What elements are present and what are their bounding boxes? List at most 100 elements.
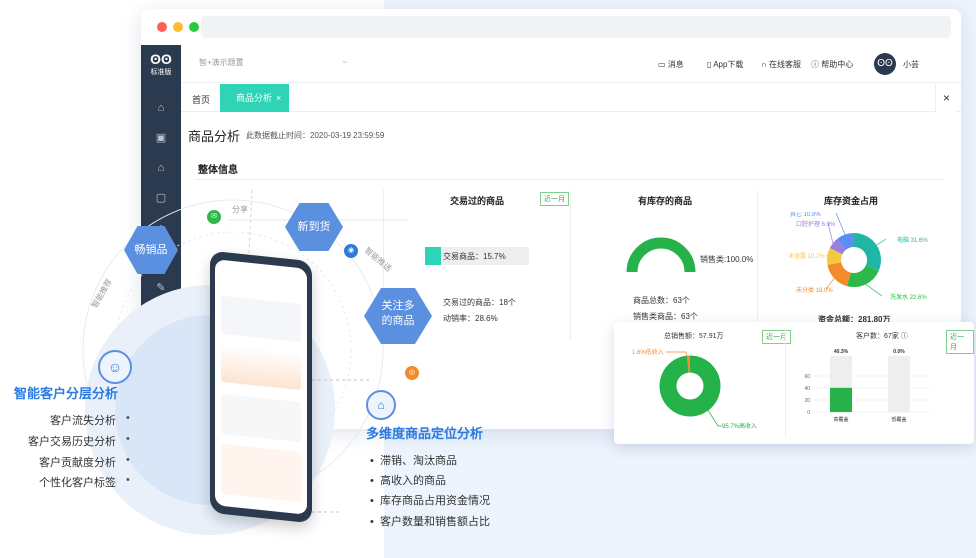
pie-slice (829, 238, 847, 255)
bar-value-label: 40.3% (834, 349, 849, 355)
pie-slice (827, 248, 843, 265)
close-all-tabs-icon[interactable]: × (935, 84, 957, 112)
sales-products: 销售类商品：63个 (633, 312, 698, 321)
logo-label: 标准版 (150, 69, 172, 76)
traded-bar: 交易商品：15.7% (425, 247, 529, 265)
bullet-dot: • (126, 454, 130, 466)
address-bar[interactable] (201, 16, 951, 38)
list-item: 客户贡献度分析 (39, 457, 116, 469)
list-item-text: 库存商品占用资金情况 (379, 495, 490, 507)
tab-product-analysis[interactable]: 商品分析 × (220, 84, 289, 112)
owl-logo-icon: ʘʘ (150, 51, 172, 67)
customer-count-label: 客户数：67家 (856, 333, 899, 340)
pie-slice (853, 233, 881, 271)
pie-slice (827, 261, 852, 287)
pie-label: 其它 10.8% (790, 212, 821, 218)
customer-period-badge[interactable]: 近一月 (946, 330, 974, 354)
phone-mockup (210, 250, 312, 524)
pie-leader-line (876, 238, 887, 246)
window-minimize-dot[interactable] (173, 22, 183, 32)
list-item: • 高收入的商品 (370, 475, 446, 487)
y-tick-label: 0 (807, 410, 810, 416)
sales-period-badge[interactable]: 近一月 (762, 330, 791, 344)
phone-stat-block (221, 295, 301, 343)
panel-capital-title: 库存资金占用 (824, 196, 879, 206)
wechat-icon: ✉ (207, 210, 221, 224)
chart-box-icon: ⌂ (366, 390, 396, 420)
bar (830, 387, 852, 412)
pie-leader-line (865, 284, 883, 297)
traded-count: 交易过的商品：18个 (443, 298, 516, 307)
panel-stock-title: 有库存的商品 (638, 196, 693, 206)
list-item: 客户交易历史分析 (28, 436, 116, 448)
pie-slice (659, 355, 721, 417)
pie-label: 电脑 31.6% (897, 236, 928, 244)
tab-close-icon[interactable]: × (276, 93, 281, 103)
list-item: • 滞销、淘汰商品 (370, 455, 457, 467)
tab-bar: 首页 商品分析 × × (181, 84, 961, 112)
messages-label: 消息 (667, 60, 684, 69)
hex-focus-line1: 关注多 (381, 300, 415, 312)
arc-text-share: 分享 (232, 205, 248, 214)
bullet-dot: • (126, 474, 130, 486)
window-maximize-dot[interactable] (189, 22, 199, 32)
panel-traded-title: 交易过的商品 (450, 196, 505, 206)
info-icon[interactable]: ⓘ (901, 333, 908, 340)
pie-leader-line (835, 212, 846, 235)
list-item: • 库存商品占用资金情况 (370, 495, 490, 507)
phone-chart-block (221, 343, 301, 391)
stock-gauge (626, 237, 696, 273)
bar-background (888, 356, 910, 412)
tab-home[interactable]: 首页 (192, 93, 210, 106)
gift-icon[interactable]: ▣ (154, 131, 168, 145)
target-icon: ◎ (405, 366, 419, 380)
pie-leader-line (825, 254, 828, 257)
pie-label: 洗发水 22.6% (890, 293, 927, 301)
pie-slice (847, 264, 879, 287)
online-service-link[interactable]: ∩ 在线客服 (761, 59, 801, 70)
pie-slice (837, 233, 855, 251)
user-name[interactable]: 小芸 (903, 59, 919, 70)
pie-label: 沐浴露 10.2% (788, 252, 825, 260)
pie-label: 口腔护理 6.9% (796, 220, 836, 228)
pie-label: 95.7%高收入 (722, 422, 757, 430)
customer-bar-chart: 0 20 40 60 40.3% 高覆盖 0.0% 低覆盖 (804, 349, 930, 423)
window-close-dot[interactable] (157, 22, 167, 32)
sales-donut-chart: 1.6%低收入 95.7%高收入 (632, 348, 757, 430)
chevron-down-icon[interactable]: ⌄ (341, 55, 349, 66)
list-item: 客户流失分析 (50, 415, 116, 427)
list-item: • 客户数量和销售额占比 (370, 516, 490, 528)
tab-product-analysis-label: 商品分析 (236, 93, 273, 103)
turnover-rate: 动销率：28.6% (443, 314, 498, 323)
messages-link[interactable]: ▭ 消息 (658, 59, 684, 70)
headset-icon: ∩ (761, 60, 769, 69)
x-tick-label: 高覆盖 (833, 416, 848, 423)
top-nav: 智+演示题置 ⌄ ▭ 消息 ▯ App下载 ∩ 在线客服 ⓘ 帮助中心 ʘʘ 小… (181, 45, 961, 83)
app-download-label: App下载 (713, 60, 744, 69)
avatar[interactable]: ʘʘ (874, 53, 896, 75)
pie-label: 1.6%低收入 (632, 348, 664, 356)
card-divider (785, 328, 786, 438)
sales-customer-card: 总销售额：57.91万 近一月 1.6%低收入 95.7%高收入 客户数：67家 … (614, 322, 974, 444)
help-center-label: 帮助中心 (821, 60, 854, 69)
phone-screen (215, 259, 307, 515)
data-timestamp: 此数据截止时间：2020-03-19 23:59:59 (246, 131, 385, 140)
help-center-link[interactable]: ⓘ 帮助中心 (811, 59, 853, 70)
panel-divider (757, 190, 758, 340)
app-logo: ʘʘ 标准版 (141, 51, 181, 77)
hex-focus-line2: 的商品 (381, 315, 415, 327)
user-icon: ☺ (98, 350, 132, 384)
x-tick-label: 低覆盖 (891, 416, 906, 423)
list-item-text: 高收入的商品 (379, 475, 446, 487)
y-tick-label: 60 (804, 374, 810, 380)
period-badge[interactable]: 近一月 (540, 192, 569, 206)
demo-select[interactable]: 智+演示题置 (199, 57, 244, 68)
gauge-label: 销售类:100.0% (700, 255, 754, 264)
message-icon: ▭ (658, 60, 668, 69)
bullet-dot: • (126, 412, 130, 424)
home-icon[interactable]: ⌂ (154, 101, 168, 115)
sales-total-title: 总销售额：57.91万 (664, 333, 724, 340)
app-download-link[interactable]: ▯ App下载 (707, 59, 743, 70)
left-section-title: 智能客户分层分析 (14, 386, 119, 401)
right-section-title: 多维度商品定位分析 (366, 426, 484, 441)
